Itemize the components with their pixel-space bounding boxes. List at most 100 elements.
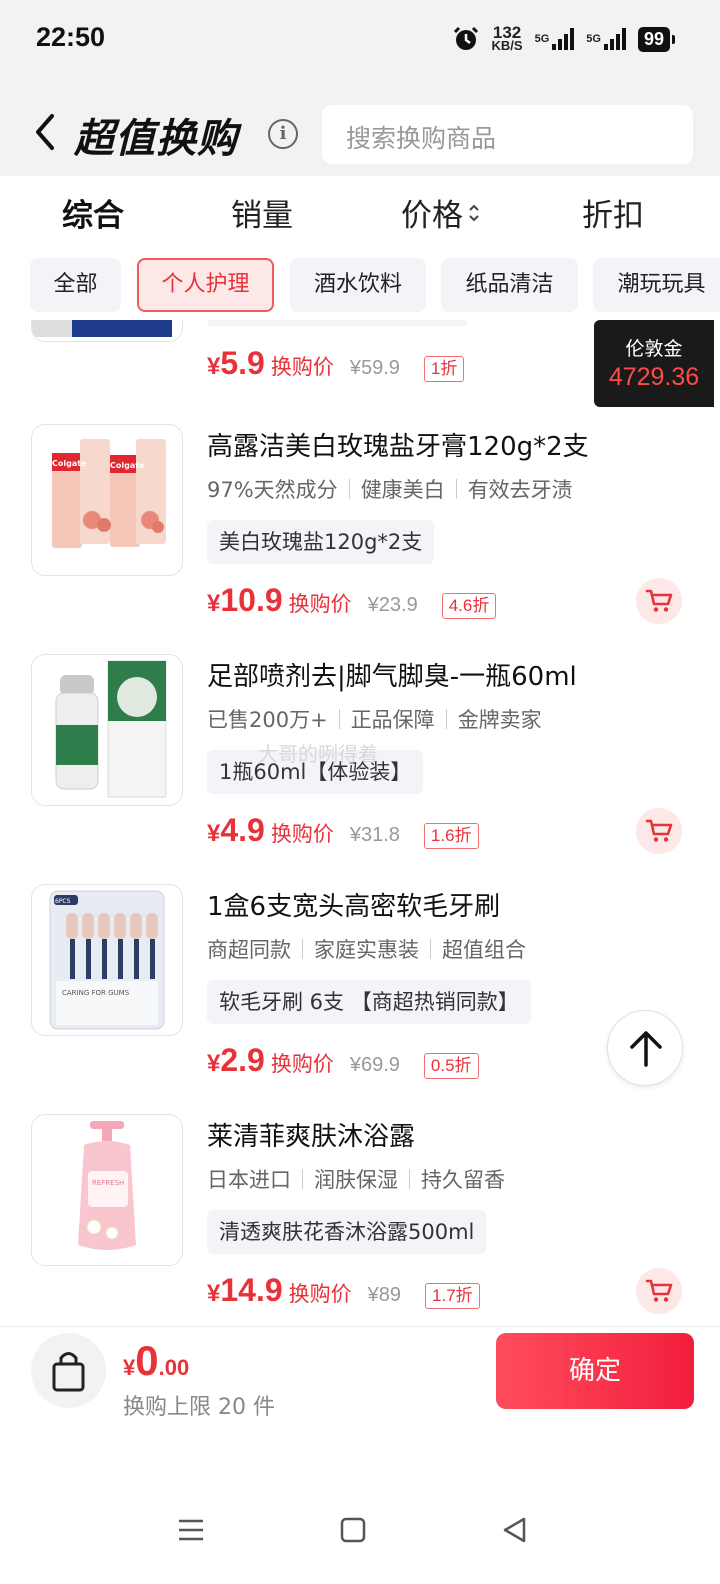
add-to-cart-button[interactable]: [636, 808, 682, 854]
product-tags: 日本进口 润肤保湿 持久留香: [207, 1168, 505, 1192]
exchange-price: ¥5.9: [207, 345, 265, 381]
arrow-up-icon: [630, 1031, 662, 1067]
chip-drinks[interactable]: 酒水饮料: [290, 258, 426, 312]
category-chips: 全部 个人护理 酒水饮料 纸品清洁 潮玩玩具: [0, 256, 720, 316]
sort-tab-discount[interactable]: 折扣: [582, 190, 644, 235]
original-price: ¥23.9: [367, 594, 418, 616]
shopping-bag-icon: [52, 1352, 85, 1392]
price-row: ¥2.9 换购价 ¥69.9 0.5折: [207, 1042, 479, 1079]
sort-tabs: 综合 销量 价格 折扣: [0, 176, 720, 246]
chip-paper-cleaning[interactable]: 纸品清洁: [441, 258, 578, 312]
net-speed: 132 KB/S: [491, 24, 523, 53]
chip-toys[interactable]: 潮玩玩具: [593, 258, 720, 312]
signal-bars-icon: [603, 28, 626, 50]
price-row: ¥4.9 换购价 ¥31.8 1.6折: [207, 812, 479, 849]
price-label: 换购价: [288, 1282, 352, 1306]
toothbrush-pack: 6PCS: [55, 898, 71, 905]
signal-2: 5G: [586, 28, 626, 50]
signal-2-label: 5G: [586, 33, 601, 45]
info-icon[interactable]: i: [268, 119, 298, 149]
cart-icon: [645, 819, 673, 842]
toothpaste-brand: Colgate: [52, 459, 87, 468]
product-title[interactable]: 高露洁美白玫瑰盐牙膏120g*2支: [207, 426, 589, 463]
original-price: ¥59.9: [349, 357, 400, 379]
watermark: 大哥的咧得着: [258, 742, 378, 766]
price-row: ¥10.9 换购价 ¥23.9 4.6折: [207, 582, 497, 619]
price-row: ¥5.9 换购价 ¥59.9 1折: [207, 345, 465, 382]
search-input[interactable]: 搜索换购商品: [322, 105, 693, 164]
back-button[interactable]: [30, 112, 60, 152]
product-title[interactable]: 足部喷剂去|脚气脚臭-一瓶60ml: [207, 656, 577, 693]
price-label: 换购价: [270, 1052, 334, 1076]
signal-bars-icon: [552, 28, 575, 50]
back-nav-button[interactable]: [497, 1512, 533, 1548]
price-row: ¥14.9 换购价 ¥89 1.7折: [207, 1272, 480, 1309]
balance-badge[interactable]: 伦敦金 4729.36: [594, 320, 714, 407]
toothpaste-image: Colgate Colgate: [52, 439, 166, 548]
net-speed-unit: KB/S: [491, 38, 523, 53]
bottom-bar: ¥0.00 换购上限 20 件 确定: [0, 1326, 720, 1436]
exchange-limit: 换购上限 20 件: [123, 1395, 275, 1420]
discount-badge: 1折: [423, 356, 465, 382]
product-title[interactable]: 莱清菲爽肤沐浴露: [207, 1116, 415, 1153]
balance-value: 4729.36: [608, 363, 700, 391]
cart-bag-button[interactable]: [31, 1333, 106, 1408]
list-item[interactable]: Colgate Colgate 高露洁美白玫瑰盐牙膏120g*2支 97%天然成…: [0, 424, 720, 654]
foot-spray-image: [55, 660, 167, 798]
chip-all[interactable]: 全部: [30, 258, 121, 312]
exchange-price: ¥2.9: [207, 1042, 265, 1078]
page-title: 超值换购: [74, 116, 238, 162]
sort-tab-price-label: 价格: [401, 198, 463, 234]
cart-icon: [645, 589, 673, 612]
add-to-cart-button[interactable]: [636, 1268, 682, 1314]
back-triangle-icon: [503, 1517, 526, 1543]
sort-tab-sales[interactable]: 销量: [231, 190, 293, 235]
original-price: ¥69.9: [349, 1054, 400, 1076]
status-time: 22:50: [36, 22, 106, 52]
product-spec[interactable]: 软毛牙刷 6支 【商超热销同款】: [207, 980, 531, 1024]
body-wash-image: REFRESH: [78, 1121, 136, 1250]
total-price: ¥0.00: [123, 1337, 190, 1384]
svg-text:Colgate: Colgate: [110, 461, 145, 470]
discount-badge: 0.5折: [423, 1053, 479, 1079]
back-to-top-button[interactable]: [607, 1010, 683, 1086]
product-tags: 97%天然成分 健康美白 有效去牙渍: [207, 478, 573, 502]
signal-1: 5G: [535, 28, 575, 50]
toothbrush-image: 6PCS CARING FOR GUMS: [49, 890, 165, 1030]
cart-icon: [645, 1279, 673, 1302]
list-item[interactable]: 足部喷剂去|脚气脚臭-一瓶60ml 已售200万+ 正品保障 金牌卖家 1瓶60…: [0, 654, 720, 884]
alarm-icon: [453, 26, 478, 50]
price-label: 换购价: [270, 355, 334, 379]
search-placeholder: 搜索换购商品: [346, 124, 497, 153]
price-label: 换购价: [288, 592, 352, 616]
header: 超值换购 i 搜索换购商品: [0, 84, 720, 176]
product-image: [31, 654, 183, 806]
add-to-cart-button[interactable]: [636, 578, 682, 624]
sort-tab-comprehensive[interactable]: 综合: [62, 190, 124, 235]
price-label: 换购价: [270, 822, 334, 846]
list-item[interactable]: REFRESH 莱清菲爽肤沐浴露 日本进口 润肤保湿 持久留香 清透爽肤花香沐浴…: [0, 1114, 720, 1326]
product-spec[interactable]: 清透爽肤花香沐浴露500ml: [207, 1210, 487, 1254]
product-image: 6PCS CARING FOR GUMS: [31, 884, 183, 1036]
confirm-button[interactable]: 确定: [496, 1333, 694, 1409]
original-price: ¥31.8: [349, 824, 400, 846]
toothbrush-box-text: CARING FOR GUMS: [62, 989, 130, 997]
status-bar: 22:50 132 KB/S 5G 5G 99: [0, 0, 720, 84]
product-title[interactable]: 1盒6支宽头高密软毛牙刷: [207, 886, 500, 923]
exchange-price: ¥4.9: [207, 812, 265, 848]
chip-personal-care[interactable]: 个人护理: [137, 258, 274, 312]
menu-button[interactable]: [173, 1512, 209, 1548]
home-square-icon: [340, 1517, 366, 1543]
balance-label: 伦敦金: [625, 338, 683, 360]
discount-badge: 1.6折: [423, 823, 479, 849]
home-button[interactable]: [335, 1512, 371, 1548]
menu-icon: [179, 1519, 203, 1541]
product-spec[interactable]: 美白玫瑰盐120g*2支: [207, 520, 435, 564]
sort-arrows-icon: [469, 204, 479, 221]
signal-1-label: 5G: [534, 33, 550, 45]
exchange-price: ¥14.9: [207, 1272, 283, 1308]
sort-tab-price[interactable]: 价格: [401, 190, 481, 235]
product-list[interactable]: ¥5.9 换购价 ¥59.9 1折 Colgate Colgate 高露洁美白玫…: [0, 320, 720, 1326]
discount-badge: 1.7折: [425, 1283, 480, 1309]
system-nav-bar: [0, 1436, 720, 1584]
